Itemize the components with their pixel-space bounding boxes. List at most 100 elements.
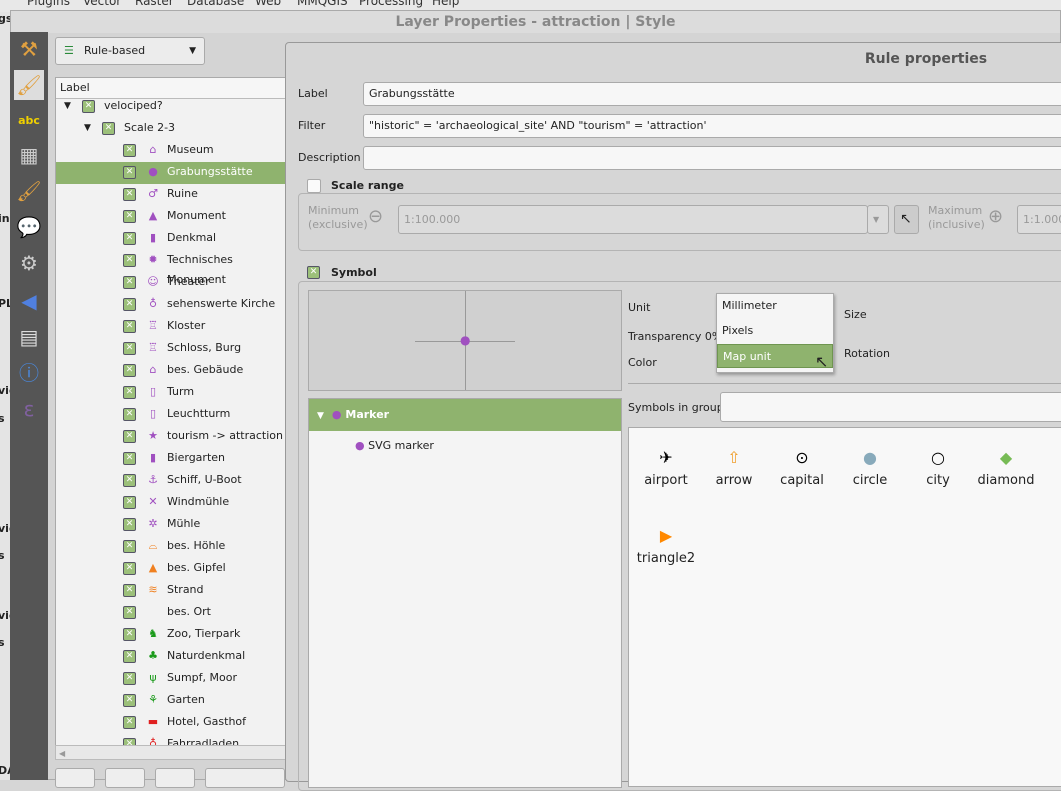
symbol-item-e[interactable]: e [1039,443,1061,488]
expand-arrow-icon[interactable]: ▼ [64,96,71,116]
tree-row[interactable]: ✕ ▮ Denkmal [56,228,289,250]
diagrams-icon[interactable]: ▤ [14,322,44,352]
rule-checkbox[interactable]: ✕ [123,320,136,333]
tree-row[interactable]: ✕ ★ tourism -> attraction [56,426,289,448]
symbol-item-arrow[interactable]: ⇧ arrow [699,443,769,488]
remove-rule-button[interactable] [155,768,195,788]
rule-checkbox[interactable]: ✕ [123,562,136,575]
tree-row[interactable]: ✕ ψ Sumpf, Moor [56,668,289,690]
tree-row[interactable]: ✕ ✕ Windmühle [56,492,289,514]
tree-row[interactable]: ✕ ▯ Leuchtturm [56,404,289,426]
rule-checkbox[interactable]: ✕ [102,122,115,135]
filter-input[interactable]: "historic" = 'archaeological_site' AND "… [363,114,1061,138]
tree-row[interactable]: ✕ ▯ Turm [56,382,289,404]
labels-abc-icon[interactable]: abc [14,106,44,136]
tree-row[interactable]: ✕ ▬ Hotel, Gasthof [56,712,289,734]
rule-checkbox[interactable]: ✕ [123,364,136,377]
rule-checkbox[interactable]: ✕ [123,188,136,201]
unit-option-pixels[interactable]: Pixels [717,319,833,343]
scale-range-checkbox[interactable] [307,179,321,193]
min-scale-dropdown[interactable]: ▼ [867,205,889,234]
symbol-item-capital[interactable]: ⊙ capital [767,443,837,488]
description-input[interactable] [363,146,1061,170]
rule-checkbox[interactable]: ✕ [123,452,136,465]
tree-row[interactable]: ✕ ▮ Biergarten [56,448,289,470]
rule-checkbox[interactable]: ✕ [123,276,136,289]
symbol-item-city[interactable]: ○ city [903,443,973,488]
rule-checkbox[interactable]: ✕ [123,628,136,641]
tree-row[interactable]: ✕ ⚓ Schiff, U-Boot [56,470,289,492]
symbol-library-grid[interactable]: ✈ airport ⇧ arrow ⊙ capital ● circle ○ city ◆ diamo… [628,427,1061,787]
tree-row[interactable]: ✕ ✲ Mühle [56,514,289,536]
tree-row[interactable]: ✕ ⚘ Garten [56,690,289,712]
menu-item[interactable]: Plugins [27,0,70,8]
edit-rule-button[interactable] [105,768,145,788]
rule-checkbox[interactable]: ✕ [123,518,136,531]
pick-scale-cursor-button[interactable]: ↖ [894,205,919,234]
tree-row[interactable]: ✕ ♞ Zoo, Tierpark [56,624,289,646]
tree-row[interactable]: ✕ bes. Ort [56,602,289,624]
expand-arrow-icon[interactable]: ▼ [84,118,91,138]
rule-checkbox[interactable]: ✕ [123,430,136,443]
tree-row[interactable]: ✕ ⌓ bes. Höhle [56,536,289,558]
style-brush-icon[interactable]: 🖌 [14,70,44,100]
tree-row[interactable]: ✕ ▲ Monument [56,206,289,228]
tree-row[interactable]: ✕ ⌂ Museum [56,140,289,162]
rule-checkbox[interactable]: ✕ [123,298,136,311]
rule-checkbox[interactable]: ✕ [123,144,136,157]
symbol-item-circle[interactable]: ● circle [835,443,905,488]
rule-checkbox[interactable]: ✕ [82,100,95,113]
rule-checkbox[interactable]: ✕ [123,672,136,685]
tree-row[interactable]: ✕ ▲ bes. Gipfel [56,558,289,580]
rule-checkbox[interactable]: ✕ [123,650,136,663]
rendering-brush-icon[interactable]: 🖌 [14,176,44,206]
layer-svg-marker[interactable]: ● SVG marker [355,439,434,452]
rule-checkbox[interactable]: ✕ [123,694,136,707]
rule-checkbox[interactable]: ✕ [123,584,136,597]
menu-item[interactable]: MMQGIS [297,0,348,8]
symbol-item-airport[interactable]: ✈ airport [631,443,701,488]
rule-checkbox[interactable]: ✕ [123,254,136,267]
rule-options-button[interactable] [205,768,285,788]
rule-checkbox[interactable]: ✕ [123,716,136,729]
tree-row[interactable]: ✕ ≋ Strand [56,580,289,602]
rule-checkbox[interactable]: ✕ [123,166,136,179]
label-input[interactable]: Grabungsstätte [363,82,1061,106]
menu-item[interactable]: Database [187,0,244,8]
tree-row[interactable]: ✕ ♖ Kloster [56,316,289,338]
tree-row[interactable]: ▼ ✕ Scale 2-3 [56,118,289,140]
layer-marker[interactable]: ▼ ● Marker [309,399,621,431]
joins-icon[interactable]: ◀ [14,286,44,316]
variables-epsilon-icon[interactable]: ε [14,394,44,424]
fields-table-icon[interactable]: ▦ [14,140,44,170]
menu-item[interactable]: Raster [135,0,174,8]
min-scale-input[interactable]: 1:100.000 [398,205,868,234]
unit-option-millimeter[interactable]: Millimeter [717,294,833,318]
menu-item[interactable]: Help [432,0,459,8]
tree-row[interactable]: ▼ ✕ velociped? [56,96,289,118]
rule-checkbox[interactable]: ✕ [123,496,136,509]
rule-checkbox[interactable]: ✕ [123,210,136,223]
tree-row[interactable]: ✕ ☺ Theater [56,272,289,294]
actions-gear-icon[interactable]: ⚙ [14,248,44,278]
rule-checkbox[interactable]: ✕ [123,342,136,355]
tree-row[interactable]: ✕ ♣ Naturdenkmal [56,646,289,668]
renderer-type-combo[interactable]: ☰ Rule-based ▼ [55,37,205,65]
horizontal-scrollbar[interactable]: ◀ [55,745,290,760]
metadata-info-icon[interactable]: ⓘ [14,358,44,388]
display-tooltip-icon[interactable]: 💬 [14,212,44,242]
symbol-layers-tree[interactable]: ▼ ● Marker ● SVG marker [308,398,622,788]
general-tools-icon[interactable]: ⚒ [14,34,44,64]
symbol-item-diamond[interactable]: ◆ diamond [971,443,1041,488]
rule-checkbox[interactable]: ✕ [123,386,136,399]
menu-item[interactable]: Processing [359,0,423,8]
symbol-item-triangle2[interactable]: ▶ triangle2 [631,521,701,566]
rule-checkbox[interactable]: ✕ [123,606,136,619]
tree-row[interactable]: ✕ ♖ Schloss, Burg [56,338,289,360]
rule-checkbox[interactable]: ✕ [123,474,136,487]
rule-checkbox[interactable]: ✕ [123,232,136,245]
tree-row[interactable]: ✕ ⌂ bes. Gebäude [56,360,289,382]
symbol-group-combo[interactable] [720,392,1061,422]
menu-item[interactable]: Vector [83,0,121,8]
tree-row[interactable]: ✕ ♂ Ruine [56,184,289,206]
